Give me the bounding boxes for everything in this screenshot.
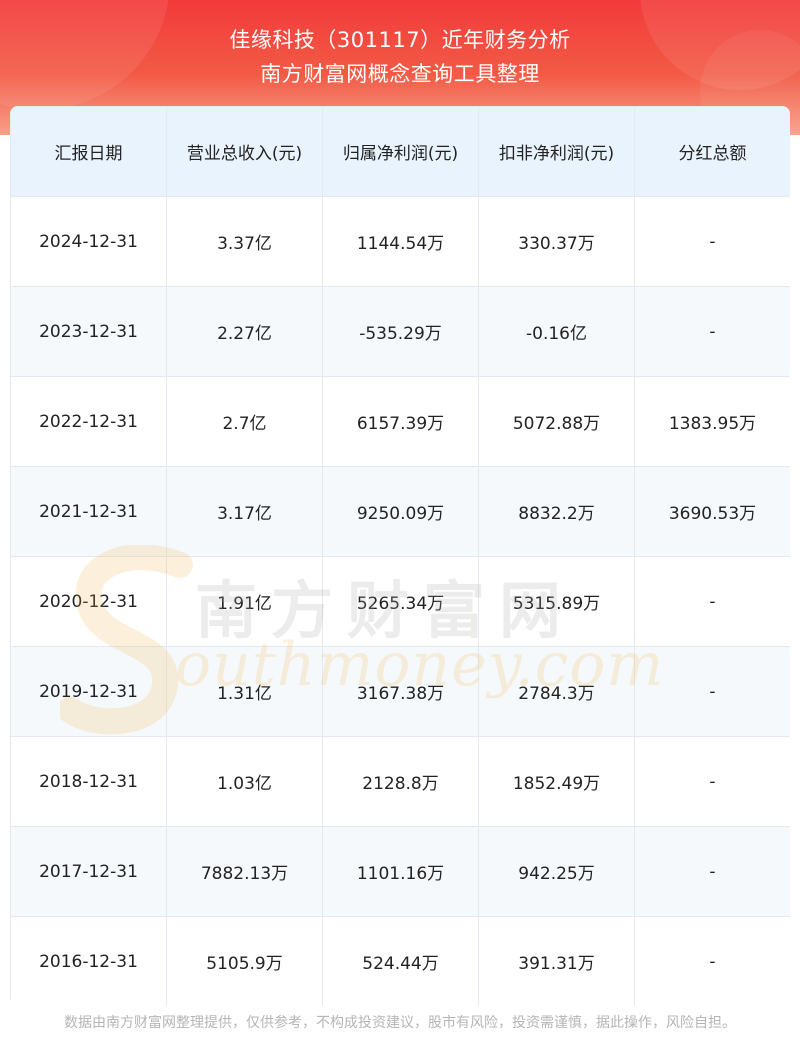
cell-net-profit: 1101.16万 xyxy=(322,826,479,917)
cell-dividend-total: - xyxy=(634,196,790,287)
cell-total-revenue: 1.31亿 xyxy=(166,646,323,737)
table-row: 2017-12-31 7882.13万 1101.16万 942.25万 - xyxy=(10,826,790,917)
cell-report-date: 2016-12-31 xyxy=(10,916,167,1006)
cell-net-profit: -535.29万 xyxy=(322,286,479,377)
table-row: 2021-12-31 3.17亿 9250.09万 8832.2万 3690.53万 xyxy=(10,466,790,557)
cell-net-profit: 524.44万 xyxy=(322,916,479,1006)
cell-report-date: 2021-12-31 xyxy=(10,466,167,557)
column-header-report-date: 汇报日期 xyxy=(10,106,167,197)
cell-deducted-net-profit: 942.25万 xyxy=(478,826,635,917)
cell-deducted-net-profit: 1852.49万 xyxy=(478,736,635,827)
cell-deducted-net-profit: 2784.3万 xyxy=(478,646,635,737)
cell-total-revenue: 5105.9万 xyxy=(166,916,323,1006)
cell-total-revenue: 3.37亿 xyxy=(166,196,323,287)
cell-deducted-net-profit: 8832.2万 xyxy=(478,466,635,557)
header-decoration-circle xyxy=(0,0,170,110)
cell-net-profit: 5265.34万 xyxy=(322,556,479,647)
cell-net-profit: 3167.38万 xyxy=(322,646,479,737)
column-header-dividend-total: 分红总额 xyxy=(634,106,790,197)
cell-total-revenue: 2.27亿 xyxy=(166,286,323,377)
cell-deducted-net-profit: 330.37万 xyxy=(478,196,635,287)
cell-report-date: 2017-12-31 xyxy=(10,826,167,917)
cell-report-date: 2019-12-31 xyxy=(10,646,167,737)
cell-dividend-total: 3690.53万 xyxy=(634,466,790,557)
cell-dividend-total: - xyxy=(634,556,790,647)
table-header-row: 汇报日期 营业总收入(元) 归属净利润(元) 扣非净利润(元) 分红总额 xyxy=(10,106,790,197)
cell-deducted-net-profit: -0.16亿 xyxy=(478,286,635,377)
cell-dividend-total: - xyxy=(634,286,790,377)
cell-total-revenue: 2.7亿 xyxy=(166,376,323,467)
cell-deducted-net-profit: 5315.89万 xyxy=(478,556,635,647)
table-row: 2022-12-31 2.7亿 6157.39万 5072.88万 1383.95万 xyxy=(10,376,790,467)
footer-disclaimer: 数据由南方财富网整理提供，仅供参考，不构成投资建议，股市有风险，投资需谨慎，据此… xyxy=(64,1015,736,1031)
cell-report-date: 2024-12-31 xyxy=(10,196,167,287)
cell-dividend-total: - xyxy=(634,916,790,1006)
cell-deducted-net-profit: 391.31万 xyxy=(478,916,635,1006)
page-subtitle: 南方财富网概念查询工具整理 xyxy=(260,62,540,86)
table-body: 2024-12-31 3.37亿 1144.54万 330.37万 -2023-12-3… xyxy=(10,196,790,1006)
cell-total-revenue: 1.03亿 xyxy=(166,736,323,827)
cell-report-date: 2023-12-31 xyxy=(10,286,167,377)
table-row: 2023-12-31 2.27亿 -535.29万 -0.16亿 - xyxy=(10,286,790,377)
cell-dividend-total: - xyxy=(634,736,790,827)
cell-report-date: 2020-12-31 xyxy=(10,556,167,647)
cell-dividend-total: - xyxy=(634,826,790,917)
cell-net-profit: 9250.09万 xyxy=(322,466,479,557)
table-row: 2024-12-31 3.37亿 1144.54万 330.37万 - xyxy=(10,196,790,287)
table-row: 2018-12-31 1.03亿 2128.8万 1852.49万 - xyxy=(10,736,790,827)
cell-net-profit: 6157.39万 xyxy=(322,376,479,467)
cell-report-date: 2022-12-31 xyxy=(10,376,167,467)
table-row: 2019-12-31 1.31亿 3167.38万 2784.3万 - xyxy=(10,646,790,737)
column-header-deducted-net-profit: 扣非净利润(元) xyxy=(478,106,635,197)
page-title: 佳缘科技（301117）近年财务分析 xyxy=(229,28,571,52)
financial-table-card: 汇报日期 营业总收入(元) 归属净利润(元) 扣非净利润(元) 分红总额 202… xyxy=(10,106,790,1006)
table-row: 2016-12-31 5105.9万 524.44万 391.31万 - xyxy=(10,916,790,1006)
cell-net-profit: 1144.54万 xyxy=(322,196,479,287)
cell-total-revenue: 7882.13万 xyxy=(166,826,323,917)
cell-total-revenue: 1.91亿 xyxy=(166,556,323,647)
cell-dividend-total: - xyxy=(634,646,790,737)
column-header-net-profit: 归属净利润(元) xyxy=(322,106,479,197)
cell-total-revenue: 3.17亿 xyxy=(166,466,323,557)
cell-dividend-total: 1383.95万 xyxy=(634,376,790,467)
table-row: 2020-12-31 1.91亿 5265.34万 5315.89万 - xyxy=(10,556,790,647)
cell-report-date: 2018-12-31 xyxy=(10,736,167,827)
financial-table: 汇报日期 营业总收入(元) 归属净利润(元) 扣非净利润(元) 分红总额 202… xyxy=(10,106,790,1006)
column-header-total-revenue: 营业总收入(元) xyxy=(166,106,323,197)
cell-net-profit: 2128.8万 xyxy=(322,736,479,827)
cell-deducted-net-profit: 5072.88万 xyxy=(478,376,635,467)
